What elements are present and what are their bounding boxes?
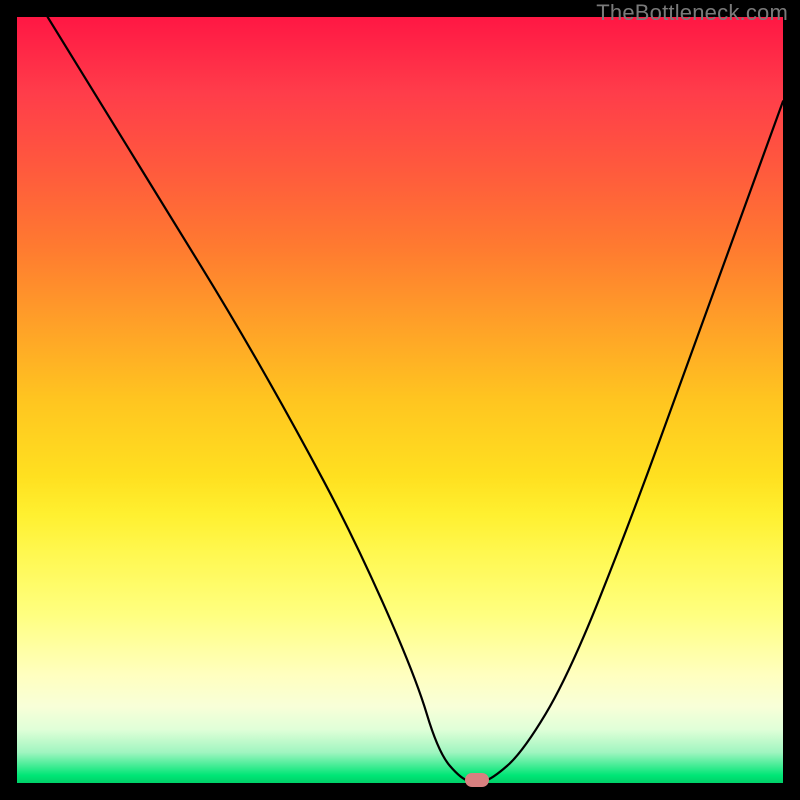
bottleneck-curve [48, 17, 783, 782]
plot-area [17, 17, 783, 783]
curve-svg [17, 17, 783, 783]
chart-container: TheBottleneck.com [0, 0, 800, 800]
watermark-text: TheBottleneck.com [596, 0, 788, 26]
optimal-marker [465, 773, 489, 787]
